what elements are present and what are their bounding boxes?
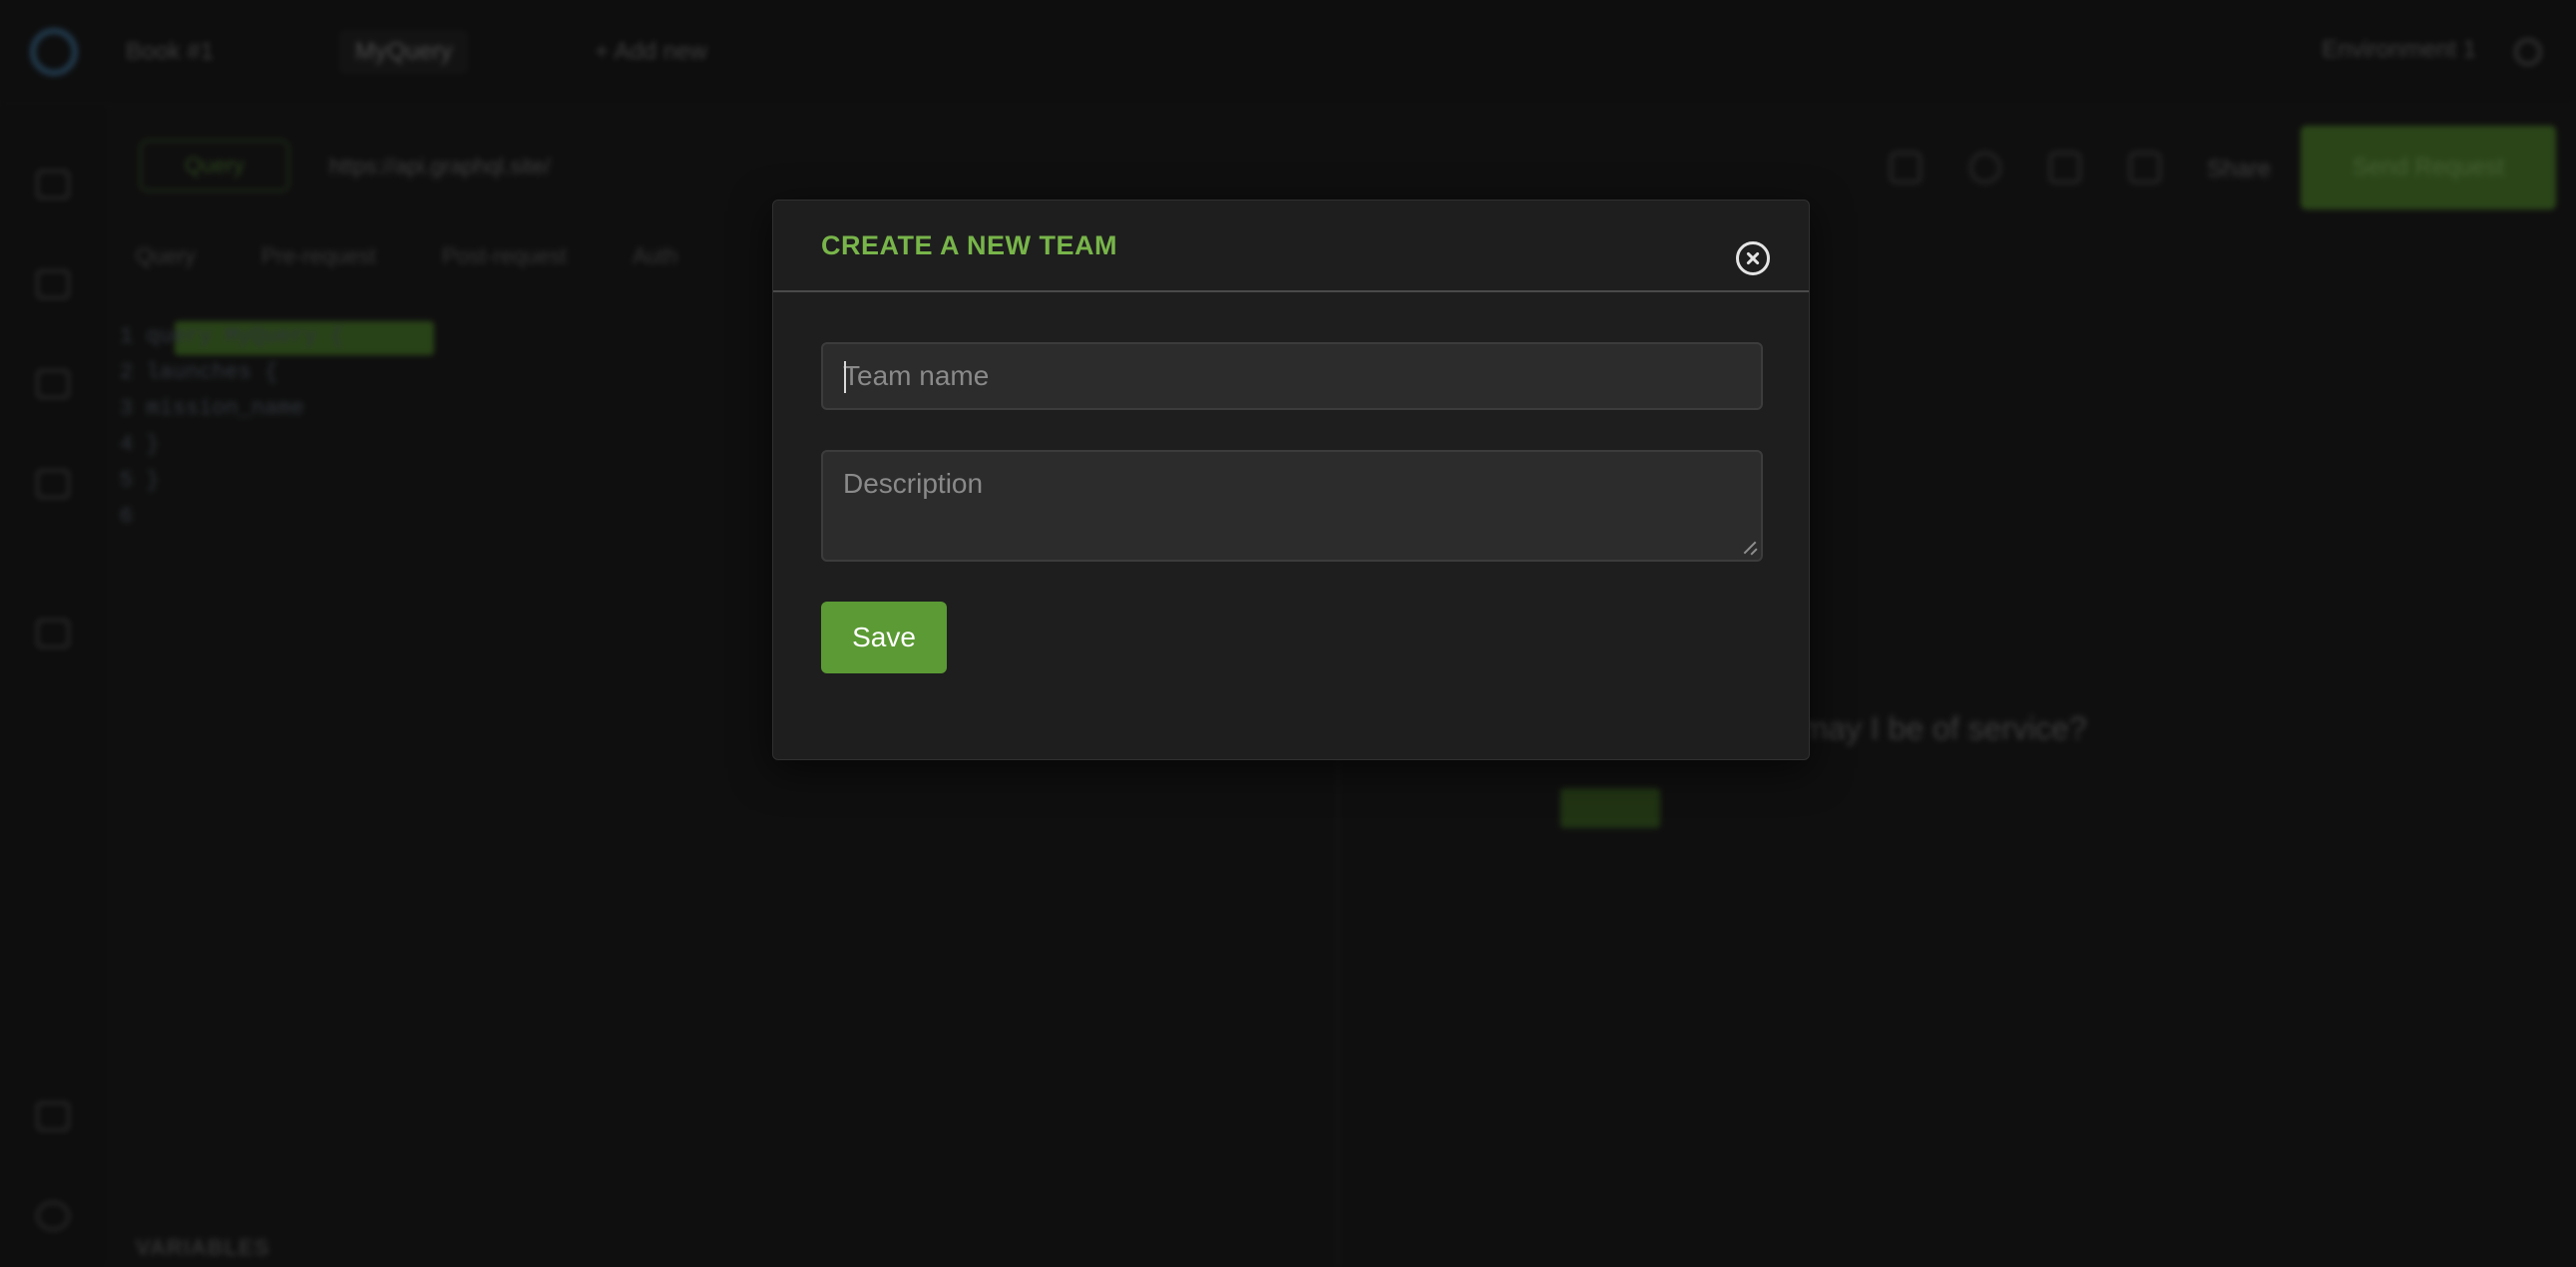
save-button[interactable]: Save (821, 602, 947, 673)
team-name-input[interactable] (821, 342, 1763, 410)
text-cursor (844, 361, 846, 393)
dialog-header: CREATE A NEW TEAM (773, 201, 1809, 292)
app-window: Book #1 MyQuery + Add new Environment 1 … (0, 0, 2576, 1267)
create-team-dialog: CREATE A NEW TEAM Save (772, 200, 1810, 760)
description-textarea[interactable] (821, 450, 1763, 562)
close-icon[interactable] (1736, 241, 1770, 275)
dialog-title: CREATE A NEW TEAM (821, 230, 1117, 260)
resize-handle-icon[interactable] (1744, 541, 1758, 555)
